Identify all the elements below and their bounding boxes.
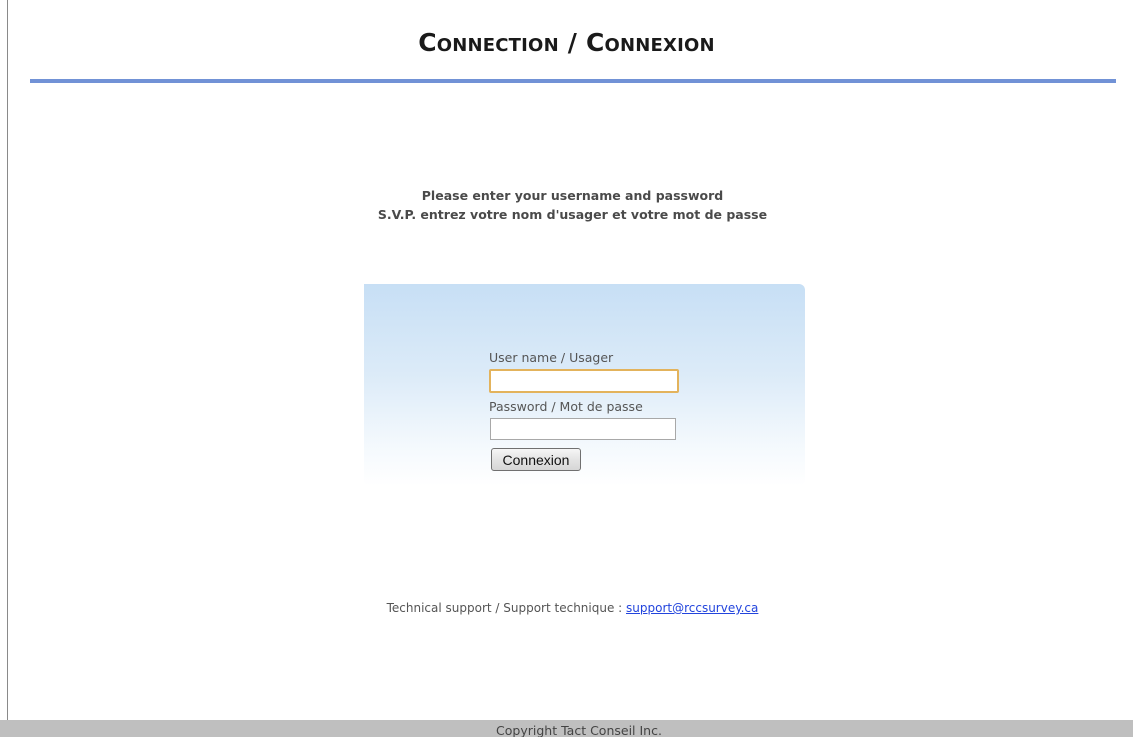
footer-bar: Copyright Tact Conseil Inc. — [0, 720, 1133, 737]
title-divider — [30, 79, 1116, 83]
username-input[interactable] — [489, 369, 679, 393]
login-form: User name / Usager Password / Mot de pas… — [364, 284, 805, 486]
support-email-link[interactable]: support@rccsurvey.ca — [626, 601, 758, 615]
password-input[interactable] — [490, 418, 676, 440]
copyright-text: Copyright Tact Conseil Inc. — [496, 723, 662, 737]
login-instructions: Please enter your username and password … — [0, 186, 1133, 224]
support-label: Technical support / Support technique : — [386, 601, 627, 615]
login-page: Connection / Connexion Please enter your… — [0, 0, 1133, 737]
technical-support: Technical support / Support technique : … — [0, 601, 1133, 615]
username-label: User name / Usager — [489, 350, 614, 365]
instructions-english: Please enter your username and password — [421, 188, 724, 203]
password-label: Password / Mot de passe — [489, 399, 643, 414]
instructions-french: S.V.P. entrez votre nom d'usager et votr… — [377, 207, 768, 222]
connexion-button[interactable]: Connexion — [491, 448, 581, 471]
page-title: Connection / Connexion — [418, 28, 715, 57]
